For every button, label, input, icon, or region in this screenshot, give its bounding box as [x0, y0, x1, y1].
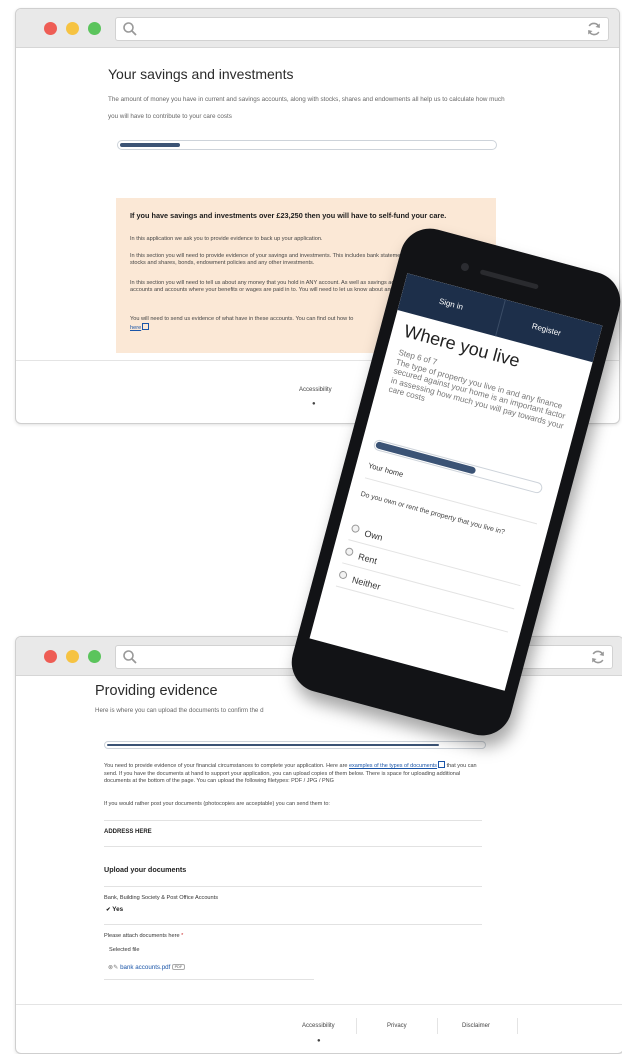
- minimize-window-button[interactable]: [66, 650, 79, 663]
- close-window-button[interactable]: [44, 22, 57, 35]
- footer-divider: [16, 1004, 622, 1005]
- page-lead: The amount of money you have in current …: [108, 96, 505, 120]
- refresh-icon[interactable]: [590, 649, 606, 665]
- radio-button[interactable]: [350, 523, 361, 534]
- footer-disclaimer-link[interactable]: Disclaimer: [462, 1023, 490, 1029]
- progress-fill: [107, 744, 440, 746]
- attachment-icon: ✎: [113, 964, 119, 971]
- refresh-icon[interactable]: [586, 21, 602, 37]
- divider: [104, 886, 482, 887]
- search-icon: [123, 650, 137, 664]
- selected-file-row: ⊗✎ bank accounts.pdf PDF: [108, 964, 185, 971]
- footer-privacy-link[interactable]: Privacy: [387, 1023, 407, 1029]
- footer-separator: [356, 1018, 357, 1034]
- progress-fill: [120, 143, 181, 147]
- attach-label: Please attach documents here *: [104, 933, 184, 939]
- radio-button[interactable]: [338, 570, 348, 580]
- address-bar[interactable]: [115, 17, 609, 41]
- file-link[interactable]: bank accounts.pdf: [120, 964, 170, 971]
- sign-in-link[interactable]: Sign in: [438, 297, 464, 312]
- checkmark-icon: ✔: [106, 907, 111, 913]
- divider: [104, 846, 482, 847]
- intro-text: You need to provide evidence of your fin…: [104, 761, 477, 785]
- upload-heading: Upload your documents: [104, 865, 187, 874]
- selected-file-label: Selected file: [109, 947, 140, 953]
- search-icon: [123, 22, 137, 36]
- browser-window-evidence: Providing evidence Here is where you can…: [15, 636, 622, 1054]
- window-titlebar: [16, 9, 619, 48]
- divider: [104, 820, 482, 821]
- pdf-badge: PDF: [172, 964, 185, 970]
- radio-button[interactable]: [344, 546, 355, 557]
- warning-heading: If you have savings and investments over…: [130, 211, 447, 220]
- footer-accessibility-link[interactable]: Accessibility: [302, 1023, 335, 1029]
- external-link-icon: [142, 323, 150, 331]
- page-content: Providing evidence Here is where you can…: [16, 676, 622, 1053]
- footer-separator: [517, 1018, 518, 1034]
- eye-icon: ●: [312, 401, 316, 407]
- address: ADDRESS HERE: [104, 829, 152, 835]
- maximize-window-button[interactable]: [88, 22, 101, 35]
- divider: [104, 979, 314, 980]
- camera-icon: [460, 262, 470, 272]
- post-text: If you would rather post your documents …: [104, 801, 330, 807]
- speaker-grille: [479, 269, 539, 290]
- required-marker: *: [181, 933, 184, 939]
- progress-bar: [104, 741, 486, 749]
- page-title: Providing evidence: [95, 683, 218, 699]
- minimize-window-button[interactable]: [66, 22, 79, 35]
- external-link-icon: [438, 761, 446, 768]
- page-title: Your savings and investments: [108, 66, 294, 82]
- divider: [335, 585, 509, 633]
- account-checkbox[interactable]: ✔ Yes: [106, 906, 123, 913]
- here-link[interactable]: here: [130, 325, 141, 331]
- progress-bar: [117, 140, 497, 150]
- eye-icon: ●: [317, 1038, 321, 1044]
- section-heading: Your home: [367, 460, 405, 479]
- account-label: Bank, Building Society & Post Office Acc…: [104, 895, 219, 901]
- close-window-button[interactable]: [44, 650, 57, 663]
- footer-accessibility-link[interactable]: Accessibility: [299, 387, 332, 393]
- register-link[interactable]: Register: [531, 322, 562, 338]
- maximize-window-button[interactable]: [88, 650, 101, 663]
- page-lead: Here is where you can upload the documen…: [95, 707, 264, 714]
- nav-separator: [495, 299, 506, 337]
- divider: [104, 924, 482, 925]
- examples-link[interactable]: examples of the types of documents: [349, 763, 437, 769]
- footer-separator: [437, 1018, 438, 1034]
